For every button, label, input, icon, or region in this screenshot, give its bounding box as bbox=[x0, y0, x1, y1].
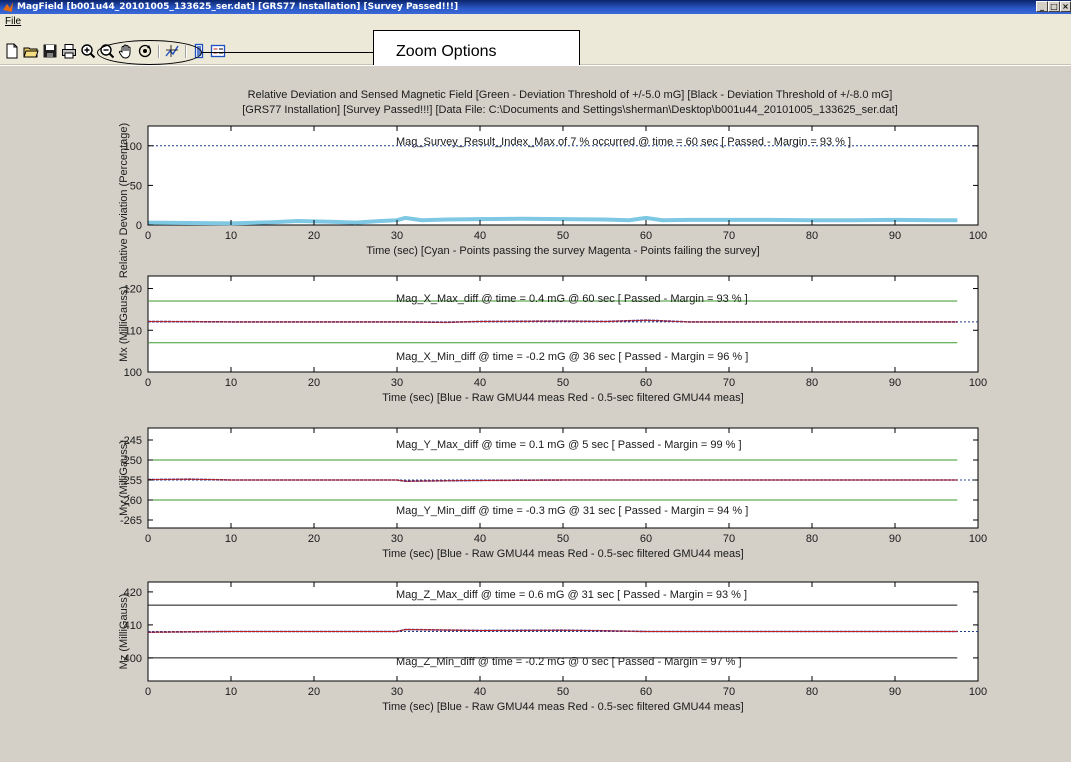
mz-xtick-label: 30 bbox=[391, 686, 403, 698]
mx-annotation: Mag_X_Min_diff @ time = -0.2 mG @ 36 sec… bbox=[396, 351, 748, 363]
deviation-ylabel: Relative Deviation (Percentage) bbox=[118, 123, 130, 278]
deviation-axes: 0 10 20 30 40 50 60 70 80 90 100050100 Mag_Survey_R… bbox=[118, 123, 987, 278]
plots-svg: Relative Deviation and Sensed Magnetic F… bbox=[118, 89, 987, 713]
deviation-xtick-label: 60 bbox=[640, 230, 652, 242]
maximize-button[interactable]: □ bbox=[1048, 1, 1060, 12]
my-xtick-label: 80 bbox=[806, 533, 818, 545]
mx-axes: 0 10 20 30 40 50 60 70 80 90 100100110120Mag_X_Max… bbox=[118, 275, 987, 404]
deviation-xtick-label: 80 bbox=[806, 230, 818, 242]
mx-xlabel: Time (sec) [Blue - Raw GMU44 meas Red - … bbox=[382, 392, 743, 404]
zoom-in-icon[interactable] bbox=[80, 43, 96, 59]
menu-bar: File bbox=[0, 14, 1071, 30]
save-icon[interactable] bbox=[42, 43, 58, 59]
my-xtick-label: 10 bbox=[225, 533, 237, 545]
deviation-xtick-label: 10 bbox=[225, 230, 237, 242]
my-annotation: Mag_Y_Min_diff @ time = -0.3 mG @ 31 sec… bbox=[396, 505, 748, 517]
mz-xtick-label: 90 bbox=[889, 686, 901, 698]
deviation-xtick-label: 0 bbox=[145, 230, 151, 242]
callout-label: Zoom Options bbox=[396, 43, 497, 60]
deviation-xtick-label: 100 bbox=[969, 230, 987, 242]
title-bar: MagField [b001u44_20101005_133625_ser.da… bbox=[0, 0, 1071, 14]
mx-xtick-label: 20 bbox=[308, 377, 320, 389]
deviation-ytick-label: 50 bbox=[130, 180, 142, 192]
my-xtick-label: 50 bbox=[557, 533, 569, 545]
my-axes: 0 10 20 30 40 50 60 70 80 90 100-245-250-255-260-2… bbox=[118, 427, 987, 560]
mx-xtick-label: 90 bbox=[889, 377, 901, 389]
my-xlabel: Time (sec) [Blue - Raw GMU44 meas Red - … bbox=[382, 548, 743, 560]
mz-xtick-label: 40 bbox=[474, 686, 486, 698]
figure-canvas: Relative Deviation and Sensed Magnetic F… bbox=[0, 65, 1071, 762]
mx-annotation: Mag_X_Max_diff @ time = 0.4 mG @ 60 sec … bbox=[396, 293, 748, 305]
mz-xtick-label: 100 bbox=[969, 686, 987, 698]
mz-xtick-label: 0 bbox=[145, 686, 151, 698]
minimize-button[interactable]: _ bbox=[1036, 1, 1048, 12]
mx-ytick-label: 100 bbox=[124, 367, 142, 379]
deviation-annotation: Mag_Survey_Result_Index_Max of 7 % occur… bbox=[396, 136, 851, 148]
my-xtick-label: 60 bbox=[640, 533, 652, 545]
mz-xtick-label: 50 bbox=[557, 686, 569, 698]
close-button[interactable]: × bbox=[1060, 1, 1071, 12]
legend-icon[interactable] bbox=[210, 43, 226, 59]
mx-xtick-label: 50 bbox=[557, 377, 569, 389]
mx-xtick-label: 60 bbox=[640, 377, 652, 389]
mz-xtick-label: 70 bbox=[723, 686, 735, 698]
figure-title-line2: [GRS77 Installation] [Survey Passed!!!] … bbox=[242, 104, 898, 116]
deviation-xlabel: Time (sec) [Cyan - Points passing the su… bbox=[366, 245, 759, 257]
open-folder-icon[interactable] bbox=[23, 43, 39, 59]
figure-title-line1: Relative Deviation and Sensed Magnetic F… bbox=[248, 89, 893, 101]
print-icon[interactable] bbox=[61, 43, 77, 59]
mz-xtick-label: 20 bbox=[308, 686, 320, 698]
deviation-xtick-label: 30 bbox=[391, 230, 403, 242]
mz-annotation: Mag_Z_Min_diff @ time = -0.2 mG @ 0 sec … bbox=[396, 656, 742, 668]
my-xtick-label: 100 bbox=[969, 533, 987, 545]
my-annotation: Mag_Y_Max_diff @ time = 0.1 mG @ 5 sec [… bbox=[396, 439, 742, 451]
mx-xtick-label: 0 bbox=[145, 377, 151, 389]
mz-xlabel: Time (sec) [Blue - Raw GMU44 meas Red - … bbox=[382, 701, 743, 713]
deviation-xtick-label: 90 bbox=[889, 230, 901, 242]
deviation-xtick-label: 40 bbox=[474, 230, 486, 242]
my-xtick-label: 70 bbox=[723, 533, 735, 545]
callout-leader-line bbox=[202, 52, 374, 53]
mx-xtick-label: 40 bbox=[474, 377, 486, 389]
zoom-options-highlight bbox=[97, 40, 202, 65]
mz-axes: 0 10 20 30 40 50 60 70 80 90 100400410420 Mag_Z_Max… bbox=[118, 581, 987, 713]
my-xtick-label: 20 bbox=[308, 533, 320, 545]
window-title: MagField [b001u44_20101005_133625_ser.da… bbox=[17, 2, 459, 12]
my-xtick-label: 30 bbox=[391, 533, 403, 545]
mx-ylabel: Mx (MilliGauss) bbox=[118, 286, 130, 362]
mx-xtick-label: 10 bbox=[225, 377, 237, 389]
new-file-icon[interactable] bbox=[4, 43, 20, 59]
mz-xtick-label: 10 bbox=[225, 686, 237, 698]
deviation-xtick-label: 50 bbox=[557, 230, 569, 242]
deviation-ytick-label: 0 bbox=[136, 220, 142, 232]
mx-xtick-label: 100 bbox=[969, 377, 987, 389]
my-ylabel: My (MilliGauss) bbox=[118, 440, 130, 516]
my-xtick-label: 0 bbox=[145, 533, 151, 545]
mz-xtick-label: 60 bbox=[640, 686, 652, 698]
mz-xtick-label: 80 bbox=[806, 686, 818, 698]
mx-xtick-label: 80 bbox=[806, 377, 818, 389]
menu-file[interactable]: File bbox=[5, 15, 21, 29]
mx-xtick-label: 30 bbox=[391, 377, 403, 389]
mz-ylabel: Mz (MilliGauss) bbox=[118, 594, 130, 670]
mx-xtick-label: 70 bbox=[723, 377, 735, 389]
deviation-xtick-label: 20 bbox=[308, 230, 320, 242]
mz-annotation: Mag_Z_Max_diff @ time = 0.6 mG @ 31 sec … bbox=[396, 589, 747, 601]
deviation-xtick-label: 70 bbox=[723, 230, 735, 242]
my-xtick-label: 90 bbox=[889, 533, 901, 545]
matlab-logo-icon bbox=[3, 2, 13, 12]
my-xtick-label: 40 bbox=[474, 533, 486, 545]
